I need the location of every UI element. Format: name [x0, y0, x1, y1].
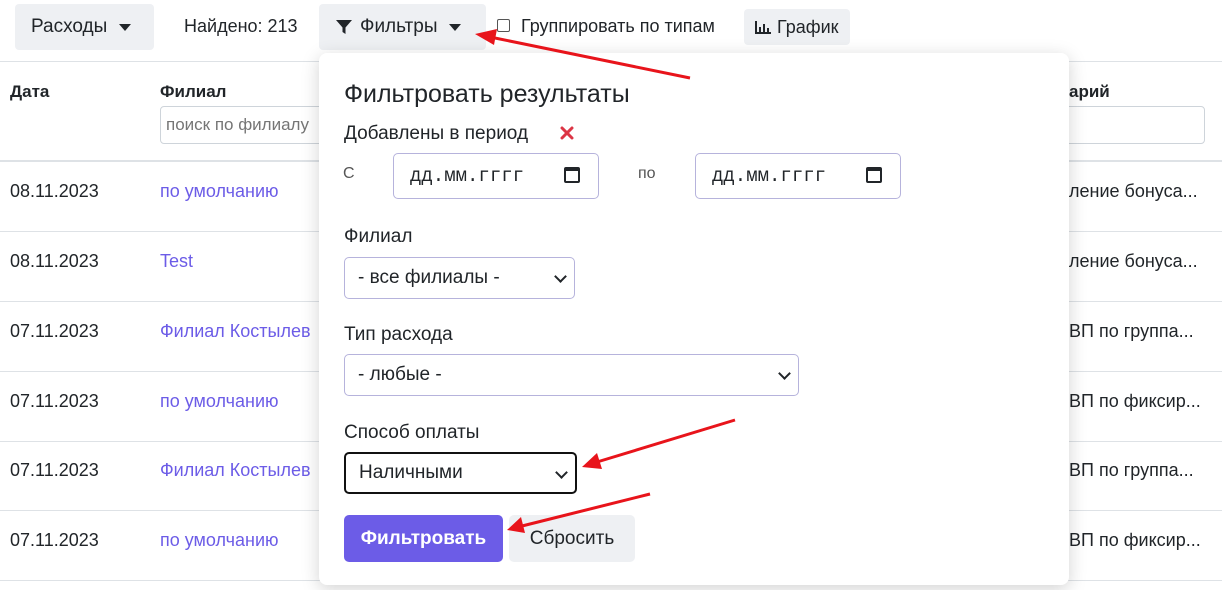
- chevron-down-icon: [555, 466, 568, 479]
- expenses-dropdown-label: Расходы: [31, 16, 108, 37]
- row-date: 07.11.2023: [10, 530, 99, 550]
- column-header-date: Дата: [10, 82, 50, 101]
- row-date: 07.11.2023: [10, 321, 99, 341]
- payment-method-select[interactable]: Наличными: [344, 452, 577, 494]
- row-date: 08.11.2023: [10, 251, 99, 271]
- reset-filter-button-label: Сбросить: [529, 527, 615, 549]
- row-branch-link[interactable]: по умолчанию: [160, 181, 279, 202]
- bar-chart-icon: [754, 19, 772, 35]
- row-branch-link[interactable]: Test: [160, 251, 193, 272]
- row-branch-link[interactable]: по умолчанию: [160, 391, 279, 412]
- row-date: 07.11.2023: [10, 460, 99, 480]
- expense-type-select-value: - любые -: [358, 364, 442, 385]
- chevron-down-icon: [778, 367, 791, 380]
- row-branch-link[interactable]: Филиал Костылев: [160, 321, 311, 342]
- payment-method-label: Способ оплаты: [344, 422, 480, 443]
- date-to-placeholder: дд.мм.гггг: [712, 165, 827, 187]
- group-by-type-label[interactable]: Группировать по типам: [521, 16, 715, 37]
- column-header-branch: Филиал: [160, 82, 227, 101]
- row-comment: ление бонуса...: [1069, 181, 1198, 201]
- chevron-down-icon: [554, 270, 567, 283]
- row-date: 08.11.2023: [10, 181, 99, 201]
- comment-search-input[interactable]: [1050, 106, 1205, 144]
- found-count: Найдено: 213: [184, 16, 298, 36]
- date-from-placeholder: дд.мм.гггг: [410, 165, 525, 187]
- calendar-icon[interactable]: [564, 167, 580, 183]
- group-by-type-checkbox[interactable]: [497, 19, 510, 32]
- date-from-input[interactable]: дд.мм.гггг: [393, 153, 599, 199]
- from-label: С: [343, 165, 355, 182]
- apply-filter-button[interactable]: Фильтровать: [344, 515, 503, 562]
- row-branch-link[interactable]: по умолчанию: [160, 530, 279, 551]
- date-to-input[interactable]: дд.мм.гггг: [695, 153, 901, 199]
- filters-button[interactable]: Фильтры: [319, 4, 486, 50]
- reset-filter-button[interactable]: Сбросить: [509, 515, 635, 562]
- to-label: по: [638, 165, 656, 182]
- expense-type-select[interactable]: - любые -: [344, 354, 799, 396]
- row-branch-link[interactable]: Филиал Костылев: [160, 460, 311, 481]
- payment-method-select-value: Наличными: [359, 462, 463, 483]
- branch-search-input[interactable]: [160, 106, 340, 144]
- filter-popup: Фильтровать результаты Добавлены в перио…: [319, 53, 1069, 585]
- branch-select-value: - все филиалы -: [358, 267, 500, 288]
- clear-period-icon[interactable]: [559, 125, 575, 141]
- calendar-icon[interactable]: [866, 167, 882, 183]
- branch-filter-label: Филиал: [344, 226, 413, 247]
- filters-button-label: Фильтры: [360, 16, 438, 37]
- column-header-comment: арий: [1069, 82, 1110, 101]
- filter-popup-title: Фильтровать результаты: [344, 80, 630, 108]
- apply-filter-button-label: Фильтровать: [360, 527, 487, 549]
- row-comment: ВП по группа...: [1069, 321, 1194, 341]
- row-comment: ВП по фиксир...: [1069, 530, 1201, 550]
- expenses-dropdown[interactable]: Расходы: [15, 4, 154, 50]
- caret-down-icon: [449, 23, 462, 31]
- expense-type-label: Тип расхода: [344, 324, 453, 345]
- branch-select[interactable]: - все филиалы -: [344, 257, 575, 299]
- row-comment: ВП по группа...: [1069, 460, 1194, 480]
- chart-button[interactable]: График: [744, 9, 850, 45]
- funnel-icon: [334, 17, 354, 37]
- caret-down-icon: [119, 23, 132, 31]
- row-date: 07.11.2023: [10, 391, 99, 411]
- chart-button-label: График: [777, 16, 839, 37]
- period-label: Добавлены в период: [344, 123, 529, 144]
- row-comment: ление бонуса...: [1069, 251, 1198, 271]
- row-comment: ВП по фиксир...: [1069, 391, 1201, 411]
